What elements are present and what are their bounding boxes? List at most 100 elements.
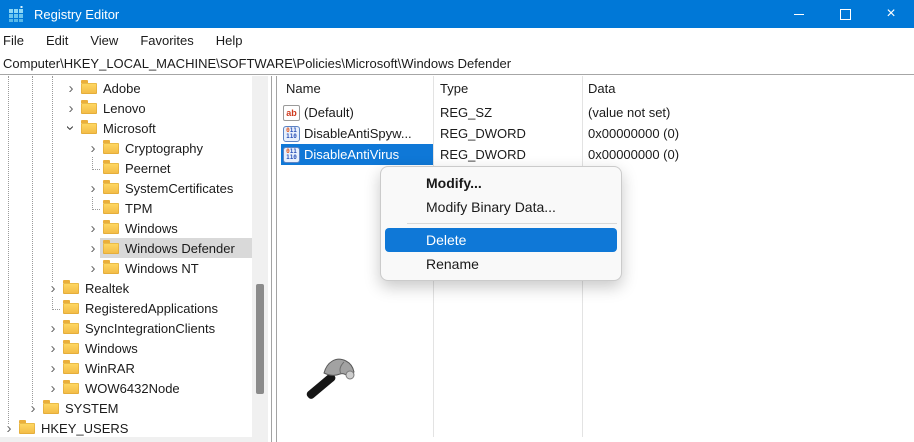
tree-item-adobe[interactable]: › Adobe (0, 78, 252, 98)
chevron-down-icon[interactable]: › (63, 121, 79, 135)
tree-item-body[interactable]: SYSTEM (40, 398, 122, 418)
menu-help[interactable]: Help (205, 33, 254, 48)
tree-item-windows[interactable]: › Windows (0, 218, 252, 238)
tree-item-body[interactable]: Adobe (78, 78, 145, 98)
tree-item-syncintegrationclients[interactable]: ›SyncIntegrationClients (0, 318, 252, 338)
tree-item-label: RegisteredApplications (85, 301, 218, 316)
folder-icon (19, 423, 35, 434)
tree-item-lenovo[interactable]: ›Lenovo (0, 98, 252, 118)
list-header: Name Type Data (278, 76, 914, 100)
chevron-right-icon[interactable]: › (64, 80, 78, 96)
tree-item-windows-defender[interactable]: › Windows Defender (0, 238, 252, 258)
tree-item-body[interactable]: Peernet (100, 158, 175, 178)
chevron-right-icon[interactable]: › (46, 320, 60, 336)
tree-item-realtek[interactable]: › Realtek (0, 278, 252, 298)
tree-item-label: Peernet (125, 161, 171, 176)
tree-item-label: Windows Defender (125, 241, 235, 256)
tree-item-label: HKEY_USERS (41, 421, 128, 436)
chevron-right-icon[interactable]: › (86, 220, 100, 236)
chevron-right-icon[interactable]: › (86, 260, 100, 276)
context-menu-item-modify-binary-data[interactable]: Modify Binary Data... (381, 195, 621, 219)
value-name-cell[interactable]: 011110DisableAntiVirus (281, 144, 433, 165)
close-button[interactable]: × (868, 0, 914, 28)
tree-item-body[interactable]: SystemCertificates (100, 178, 237, 198)
tree-item-hkey-users[interactable]: › HKEY_USERS (0, 418, 252, 437)
maximize-icon (840, 9, 851, 20)
value-row-default[interactable]: ab(Default)REG_SZ(value not set) (278, 102, 914, 123)
tree-item-wow6432node[interactable]: ›WOW6432Node (0, 378, 252, 398)
registry-path: Computer\HKEY_LOCAL_MACHINE\SOFTWARE\Pol… (3, 56, 511, 71)
tree-item-windows-nt[interactable]: ›Windows NT (0, 258, 252, 278)
tree-item-winrar[interactable]: ›WinRAR (0, 358, 252, 378)
tree-item-body[interactable]: SyncIntegrationClients (60, 318, 219, 338)
tree-item-body[interactable]: WinRAR (60, 358, 139, 378)
chevron-right-icon[interactable]: › (46, 340, 60, 356)
tree-item-body[interactable]: TPM (100, 198, 156, 218)
tree-item-body[interactable]: Microsoft (78, 118, 160, 138)
context-menu-item-delete[interactable]: Delete (385, 228, 617, 252)
folder-icon (43, 403, 59, 414)
tree-item-label: Adobe (103, 81, 141, 96)
pane-splitter[interactable] (271, 76, 277, 442)
chevron-right-icon[interactable]: › (46, 280, 60, 296)
value-row-disableantispyw[interactable]: 011110DisableAntiSpyw...REG_DWORD0x00000… (278, 123, 914, 144)
tree-item-body[interactable]: Windows (60, 338, 142, 358)
scrollbar-thumb[interactable] (256, 284, 264, 394)
value-type-label: REG_DWORD (440, 147, 526, 162)
chevron-right-icon[interactable]: › (46, 380, 60, 396)
chevron-right-icon[interactable]: › (86, 140, 100, 156)
menu-favorites[interactable]: Favorites (129, 33, 204, 48)
value-data-label: (value not set) (588, 105, 670, 120)
context-menu-item-rename[interactable]: Rename (381, 252, 621, 276)
tree-item-body[interactable]: Cryptography (100, 138, 207, 158)
value-data-label: 0x00000000 (0) (588, 147, 679, 162)
tree-item-label: Windows (85, 341, 138, 356)
tree-vertical-scrollbar[interactable] (252, 76, 268, 437)
chevron-right-icon[interactable]: › (86, 180, 100, 196)
tree-item-peernet[interactable]: Peernet (0, 158, 252, 178)
folder-icon (63, 383, 79, 394)
menu-view[interactable]: View (79, 33, 129, 48)
dword-value-icon: 011110 (283, 126, 300, 142)
maximize-button[interactable] (822, 0, 868, 28)
menu-edit[interactable]: Edit (35, 33, 79, 48)
tree-item-body[interactable]: Realtek (60, 278, 133, 298)
tree-item-body[interactable]: HKEY_USERS (16, 418, 132, 437)
tree-item-body[interactable]: WOW6432Node (60, 378, 184, 398)
context-menu-item-modify[interactable]: Modify... (381, 171, 621, 195)
tree-item-registeredapplications[interactable]: RegisteredApplications (0, 298, 252, 318)
tree-item-microsoft[interactable]: ›Microsoft (0, 118, 252, 138)
chevron-right-icon[interactable]: › (86, 240, 100, 256)
folder-icon (103, 163, 119, 174)
chevron-right-icon[interactable]: › (26, 400, 40, 416)
menu-file[interactable]: File (0, 33, 35, 48)
value-name-cell[interactable]: ab(Default) (281, 102, 433, 123)
chevron-right-icon[interactable]: › (46, 360, 60, 376)
tree-item-systemcertificates[interactable]: ›SystemCertificates (0, 178, 252, 198)
tree-item-body[interactable]: Windows (100, 218, 182, 238)
tree-item-cryptography[interactable]: ›Cryptography (0, 138, 252, 158)
folder-icon (81, 103, 97, 114)
column-header-data[interactable]: Data (588, 81, 615, 96)
tree-item-label: Realtek (85, 281, 129, 296)
value-row-disableantivirus[interactable]: 011110DisableAntiVirus REG_DWORD 0x0000000… (278, 144, 914, 165)
tree-item-windows[interactable]: › Windows (0, 338, 252, 358)
column-header-name[interactable]: Name (286, 81, 321, 96)
tree-item-body[interactable]: RegisteredApplications (60, 298, 222, 318)
tree-horizontal-scrollbar[interactable] (0, 437, 268, 442)
tree-item-body[interactable]: Lenovo (78, 98, 150, 118)
minimize-button[interactable] (776, 0, 822, 28)
folder-icon (81, 123, 97, 134)
address-bar[interactable]: Computer\HKEY_LOCAL_MACHINE\SOFTWARE\Pol… (0, 52, 914, 75)
tree-item-system[interactable]: ›SYSTEM (0, 398, 252, 418)
chevron-right-icon[interactable]: › (2, 420, 16, 436)
value-name-cell[interactable]: 011110DisableAntiSpyw... (281, 123, 433, 144)
value-name-label: (Default) (304, 105, 354, 120)
tree-item-body-selected[interactable]: Windows Defender (100, 238, 252, 258)
chevron-right-icon[interactable]: › (64, 100, 78, 116)
tree-item-label: Windows (125, 221, 178, 236)
column-header-type[interactable]: Type (440, 81, 468, 96)
title-bar[interactable]: Registry Editor × (0, 0, 914, 28)
tree-item-body[interactable]: Windows NT (100, 258, 203, 278)
tree-item-tpm[interactable]: TPM (0, 198, 252, 218)
